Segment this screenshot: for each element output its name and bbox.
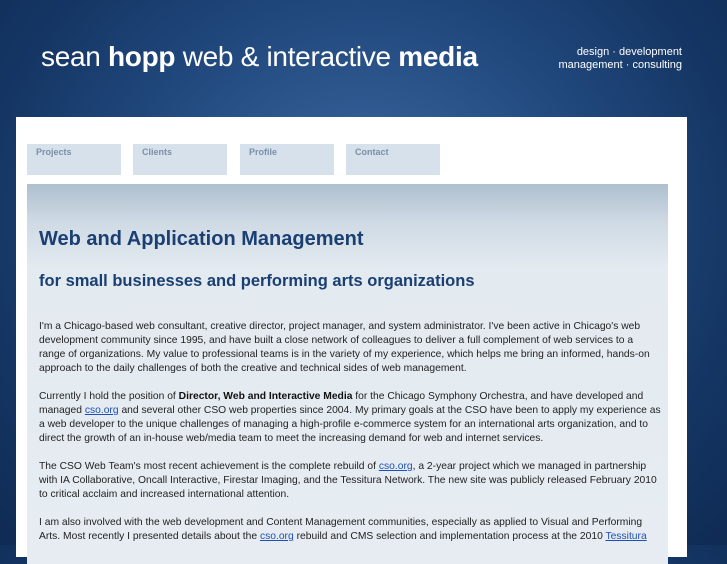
tessitura-link[interactable]: Tessitura: [605, 531, 646, 542]
job-title: Director, Web and Interactive Media: [178, 391, 353, 402]
tagline-line-1: design · development: [576, 46, 682, 58]
page-title: Web and Application Management: [39, 228, 364, 250]
main-panel: Projects Clients Profile Contact Web and…: [16, 117, 687, 564]
tagline: design · development management · consul…: [482, 46, 682, 72]
paragraph-3: The CSO Web Team's most recent achieveme…: [39, 460, 661, 502]
logo-text-hopp: hopp: [108, 41, 176, 72]
logo-text-media: media: [398, 41, 478, 72]
paragraph-1: I'm a Chicago-based web consultant, crea…: [39, 321, 650, 374]
paragraph-2-text-a: Currently I hold the position of: [39, 391, 179, 402]
cso-link[interactable]: cso.org: [379, 461, 413, 472]
site-logo[interactable]: sean hopp web & interactive media: [41, 41, 478, 73]
tagline-line-2: management · consulting: [558, 59, 682, 71]
nav-tab-contact[interactable]: Contact: [346, 144, 440, 175]
nav-tab-profile[interactable]: Profile: [240, 144, 334, 175]
page-subtitle: for small businesses and performing arts…: [39, 272, 475, 290]
content-area: Web and Application Management for small…: [27, 184, 668, 564]
paragraph-2-text-c: and several other CSO web properties sin…: [39, 405, 661, 444]
cso-link[interactable]: cso.org: [85, 405, 119, 416]
logo-text-sean: sean: [41, 41, 108, 72]
logo-text-web-interactive: web & interactive: [175, 41, 399, 72]
paragraph-3-text-a: The CSO Web Team's most recent achieveme…: [39, 461, 379, 472]
nav-tab-clients[interactable]: Clients: [133, 144, 227, 175]
paragraph-4-text-b: rebuild and CMS selection and implementa…: [293, 531, 606, 542]
cso-link[interactable]: cso.org: [260, 531, 294, 542]
paragraph-4: I am also involved with the web developm…: [39, 516, 661, 544]
nav-tab-projects[interactable]: Projects: [27, 144, 121, 175]
paragraph-2: Currently I hold the position of Directo…: [39, 390, 661, 446]
intro-text: I'm a Chicago-based web consultant, crea…: [39, 320, 661, 558]
